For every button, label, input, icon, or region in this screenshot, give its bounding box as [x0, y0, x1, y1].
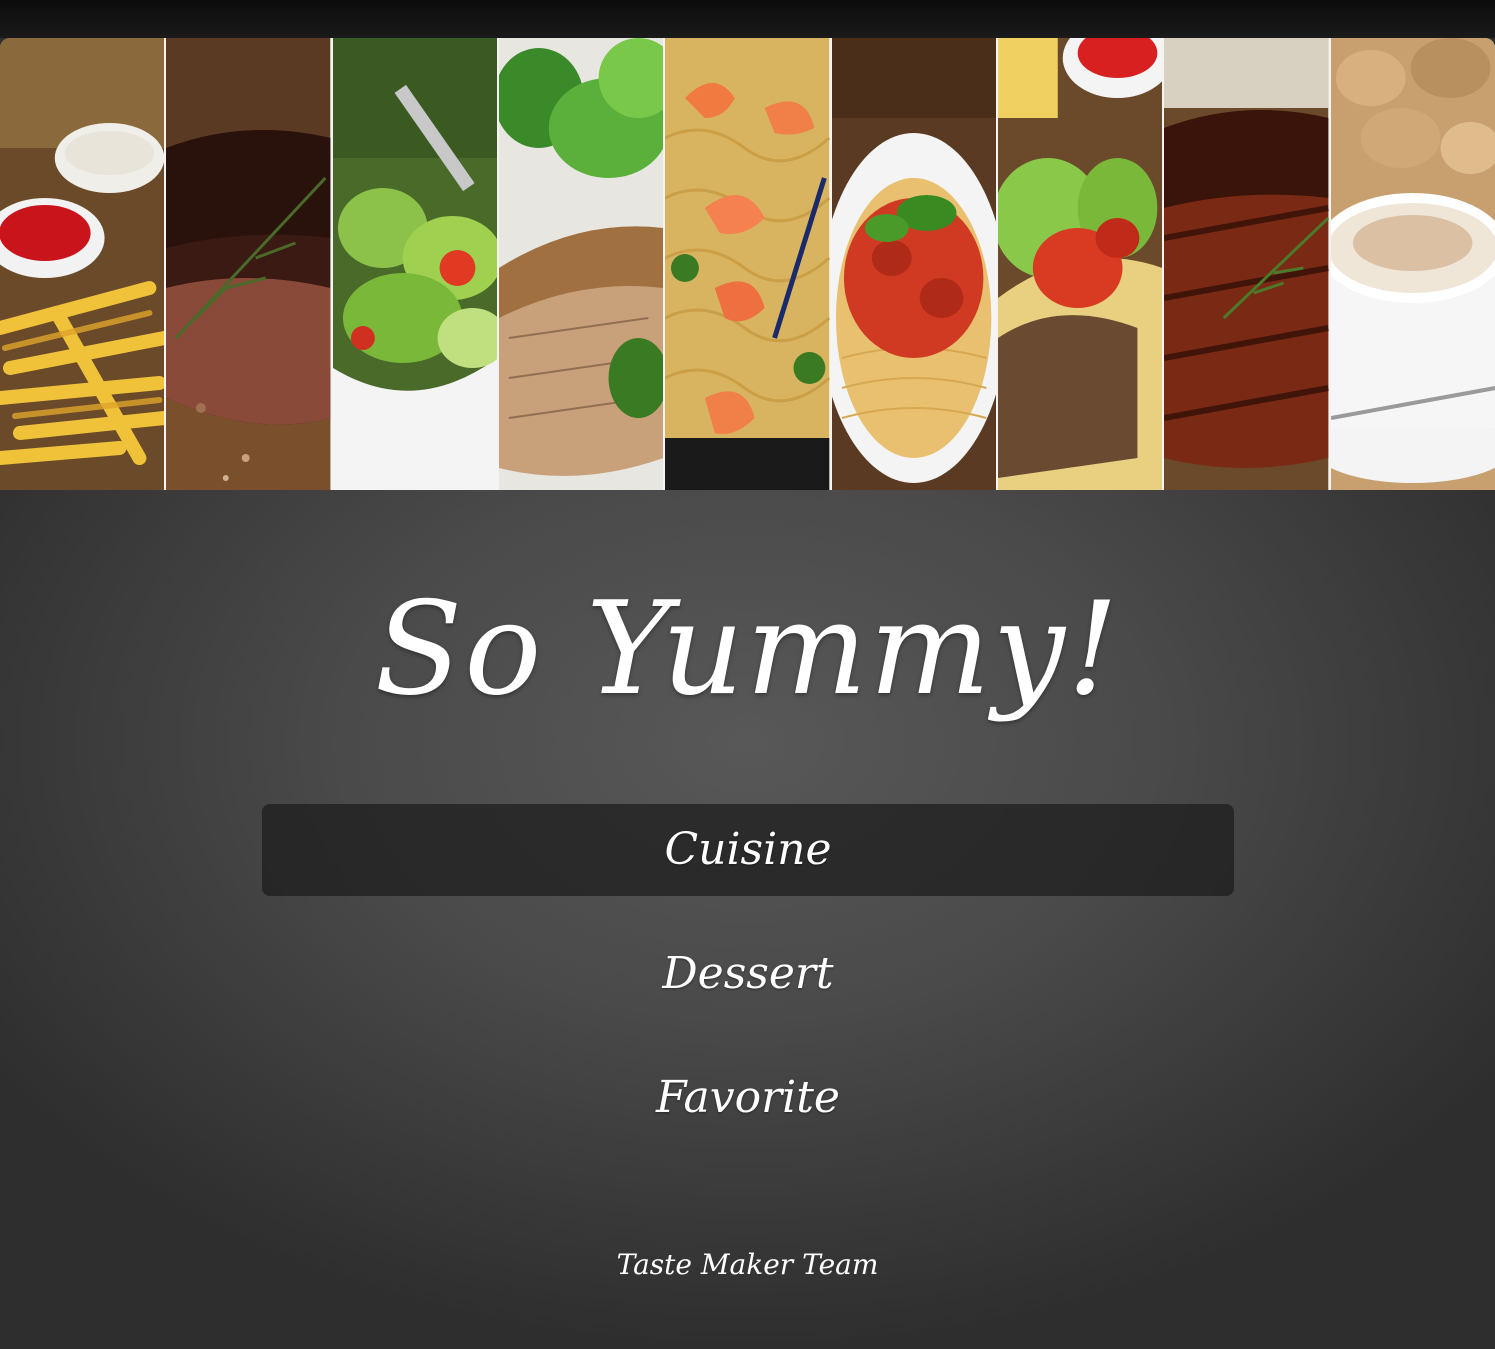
spaghetti-image: [831, 38, 996, 490]
salmon-image: [498, 38, 664, 490]
main-menu: Cuisine Dessert Favorite: [262, 804, 1234, 1176]
top-strip: [0, 0, 1495, 38]
fries-image: [0, 38, 165, 490]
cappuccino-image: [1330, 38, 1495, 490]
fries-panel: [0, 38, 167, 490]
food-collage-banner: [0, 38, 1495, 490]
salad-image: [332, 38, 497, 490]
steak-image: [166, 38, 331, 490]
tacos-image: [997, 38, 1163, 490]
salad-panel: [332, 38, 499, 490]
page-title: So Yummy!: [374, 575, 1121, 724]
tacos-panel: [997, 38, 1165, 490]
cappuccino-panel: [1330, 38, 1495, 490]
shrimp-noodles-panel: [665, 38, 832, 490]
spaghetti-panel: [831, 38, 998, 490]
shrimp-noodles-image: [665, 38, 830, 490]
footer-credit: Taste Maker Team: [616, 1248, 879, 1281]
grilled-chicken-image: [1164, 38, 1329, 490]
salmon-panel: [498, 38, 666, 490]
menu-item-favorite[interactable]: Favorite: [262, 1052, 1234, 1144]
grilled-chicken-panel: [1164, 38, 1331, 490]
steak-panel: [166, 38, 333, 490]
menu-item-dessert[interactable]: Dessert: [262, 928, 1234, 1020]
menu-item-cuisine[interactable]: Cuisine: [262, 804, 1234, 896]
